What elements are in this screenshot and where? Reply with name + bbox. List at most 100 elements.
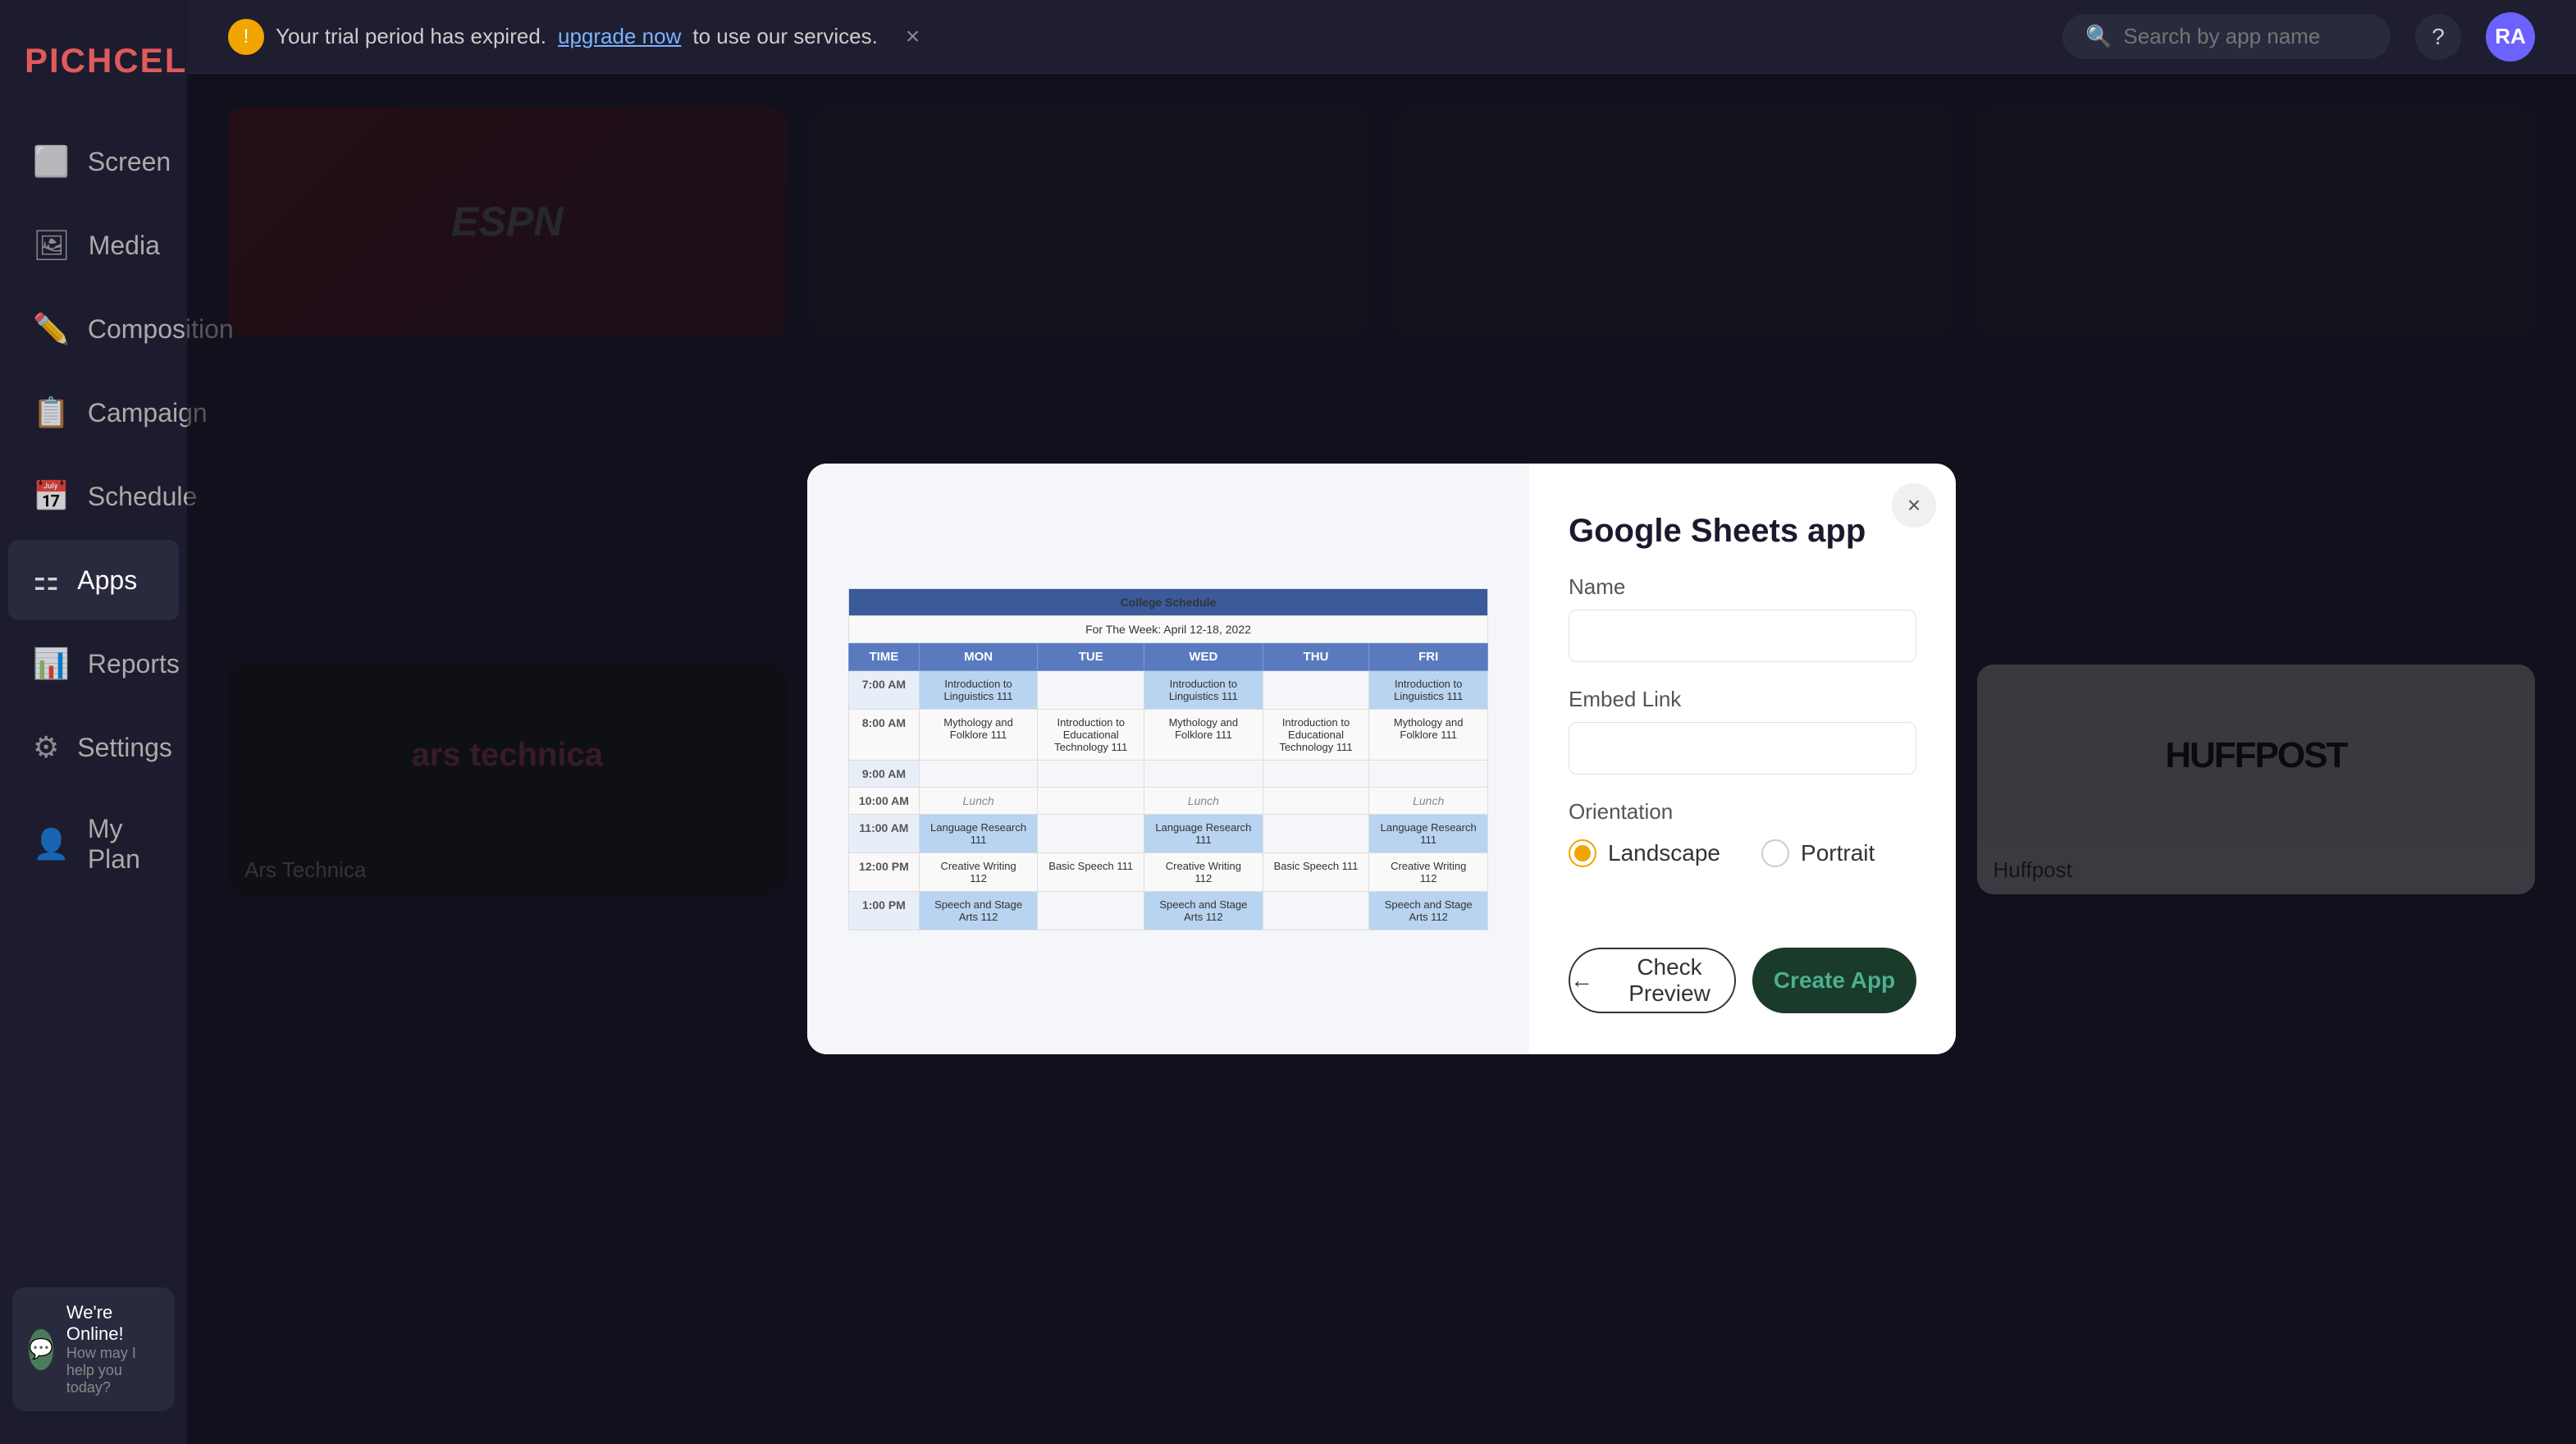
table-row: 11:00 AM Language Research111 Language R… — [849, 814, 1488, 852]
data-cell — [1263, 787, 1369, 814]
orientation-portrait[interactable]: Portrait — [1761, 839, 1875, 867]
close-icon: × — [1907, 492, 1921, 519]
sidebar-item-myplan[interactable]: 👤 My Plan — [8, 791, 179, 898]
orientation-landscape[interactable]: Landscape — [1569, 839, 1720, 867]
data-cell — [1038, 670, 1144, 709]
data-cell: Introduction toEducationalTechnology 111 — [1263, 709, 1369, 760]
sidebar-item-settings[interactable]: ⚙ Settings — [8, 707, 179, 788]
modal-title: Google Sheets app — [1569, 513, 1916, 550]
orientation-label: Orientation — [1569, 799, 1916, 825]
sidebar-item-composition[interactable]: ✏️ Composition — [8, 289, 179, 369]
data-cell: Creative Writing112 — [919, 852, 1038, 891]
sidebar-item-campaign[interactable]: 📋 Campaign — [8, 372, 179, 453]
time-cell: 7:00 AM — [849, 670, 920, 709]
time-cell: 11:00 AM — [849, 814, 920, 852]
sidebar-item-label: Reports — [88, 649, 180, 679]
trial-warning-icon: ! — [228, 19, 264, 55]
campaign-icon: 📋 — [33, 395, 70, 430]
embed-input[interactable] — [1569, 722, 1916, 775]
sidebar-item-label: My Plan — [88, 814, 154, 875]
orientation-section: Orientation Landscape Portrait — [1569, 799, 1916, 867]
upgrade-link[interactable]: upgrade now — [558, 24, 681, 49]
data-cell: Basic Speech 111 — [1263, 852, 1369, 891]
apps-icon: ⚏ — [33, 563, 59, 597]
col-mon: MON — [919, 642, 1038, 670]
screen-icon: ⬜ — [33, 144, 70, 179]
preview-btn-label: Check Preview — [1605, 954, 1734, 1007]
sidebar-item-label: Screen — [88, 147, 171, 177]
sidebar-item-schedule[interactable]: 📅 Schedule — [8, 456, 179, 537]
data-cell: Creative Writing112 — [1369, 852, 1488, 891]
orientation-options: Landscape Portrait — [1569, 839, 1916, 867]
data-cell: Introduction toEducationalTechnology 111 — [1038, 709, 1144, 760]
data-cell: Introduction toLinguistics 111 — [1369, 670, 1488, 709]
spreadsheet-title: College Schedule — [849, 588, 1488, 615]
search-icon: 🔍 — [2085, 24, 2112, 49]
data-cell — [1369, 760, 1488, 787]
sidebar-item-label: Apps — [77, 565, 137, 596]
table-row: 9:00 AM — [849, 760, 1488, 787]
data-cell: Lunch — [1369, 787, 1488, 814]
trial-close-button[interactable]: × — [906, 23, 920, 51]
modal-overlay: College Schedule For The Week: April 12-… — [187, 74, 2576, 1444]
data-cell — [1263, 670, 1369, 709]
data-cell — [1038, 787, 1144, 814]
data-cell: Language Research111 — [1144, 814, 1263, 852]
data-cell: Speech and StageArts 112 — [919, 891, 1038, 930]
topbar: ! Your trial period has expired. upgrade… — [187, 0, 2576, 74]
table-row: 12:00 PM Creative Writing112 Basic Speec… — [849, 852, 1488, 891]
name-input[interactable] — [1569, 610, 1916, 662]
create-btn-label: Create App — [1774, 967, 1895, 993]
data-cell: Mythology andFolklore 111 — [1369, 709, 1488, 760]
name-label: Name — [1569, 574, 1916, 600]
sidebar: PICHCEL ⬜ Screen 🖼 Media ✏️ Composition … — [0, 0, 187, 1444]
data-cell: Speech and StageArts 112 — [1369, 891, 1488, 930]
check-preview-button[interactable]: ← Check Preview — [1569, 948, 1736, 1013]
table-row: 10:00 AM Lunch Lunch Lunch — [849, 787, 1488, 814]
media-icon: 🖼 — [33, 228, 71, 263]
landscape-radio-outer — [1569, 839, 1596, 867]
google-sheets-modal: College Schedule For The Week: April 12-… — [807, 464, 1956, 1054]
user-avatar[interactable]: RA — [2486, 12, 2535, 62]
data-cell — [1263, 891, 1369, 930]
data-cell — [1038, 891, 1144, 930]
data-cell: Mythology andFolklore 111 — [919, 709, 1038, 760]
help-icon: ? — [2432, 24, 2445, 50]
time-cell: 12:00 PM — [849, 852, 920, 891]
col-thu: THU — [1263, 642, 1369, 670]
sidebar-item-reports[interactable]: 📊 Reports — [8, 624, 179, 704]
create-app-button[interactable]: Create App — [1752, 948, 1916, 1013]
data-cell: Speech and StageArts 112 — [1144, 891, 1263, 930]
search-input[interactable] — [2123, 24, 2369, 49]
reports-icon: 📊 — [33, 647, 70, 681]
modal-close-button[interactable]: × — [1892, 483, 1936, 528]
spreadsheet-subtitle: For The Week: April 12-18, 2022 — [849, 615, 1488, 642]
col-fri: FRI — [1369, 642, 1488, 670]
data-cell — [1038, 760, 1144, 787]
col-tue: TUE — [1038, 642, 1144, 670]
data-cell — [1263, 760, 1369, 787]
search-bar[interactable]: 🔍 — [2062, 14, 2391, 59]
help-button[interactable]: ? — [2415, 14, 2461, 60]
spreadsheet-preview: College Schedule For The Week: April 12-… — [848, 588, 1488, 930]
time-cell: 10:00 AM — [849, 787, 920, 814]
chat-avatar: 💬 — [29, 1329, 53, 1370]
modal-preview-panel: College Schedule For The Week: April 12-… — [807, 464, 1529, 1054]
time-cell: 9:00 AM — [849, 760, 920, 787]
myplan-icon: 👤 — [33, 827, 70, 861]
data-cell — [919, 760, 1038, 787]
main-content: ! Your trial period has expired. upgrade… — [187, 0, 2576, 1444]
chat-widget[interactable]: 💬 We're Online! How may I help you today… — [12, 1287, 175, 1411]
portrait-radio-outer — [1761, 839, 1789, 867]
composition-icon: ✏️ — [33, 312, 70, 346]
landscape-radio-inner — [1574, 845, 1591, 861]
sidebar-item-screen[interactable]: ⬜ Screen — [8, 121, 179, 202]
sidebar-item-media[interactable]: 🖼 Media — [8, 205, 179, 286]
data-cell: Lunch — [919, 787, 1038, 814]
sidebar-nav: ⬜ Screen 🖼 Media ✏️ Composition 📋 Campai… — [0, 121, 187, 898]
data-cell: Language Research111 — [1369, 814, 1488, 852]
sidebar-item-apps[interactable]: ⚏ Apps — [8, 540, 179, 620]
data-cell: Lunch — [1144, 787, 1263, 814]
time-cell: 1:00 PM — [849, 891, 920, 930]
trial-message: Your trial period has expired. — [276, 24, 546, 49]
